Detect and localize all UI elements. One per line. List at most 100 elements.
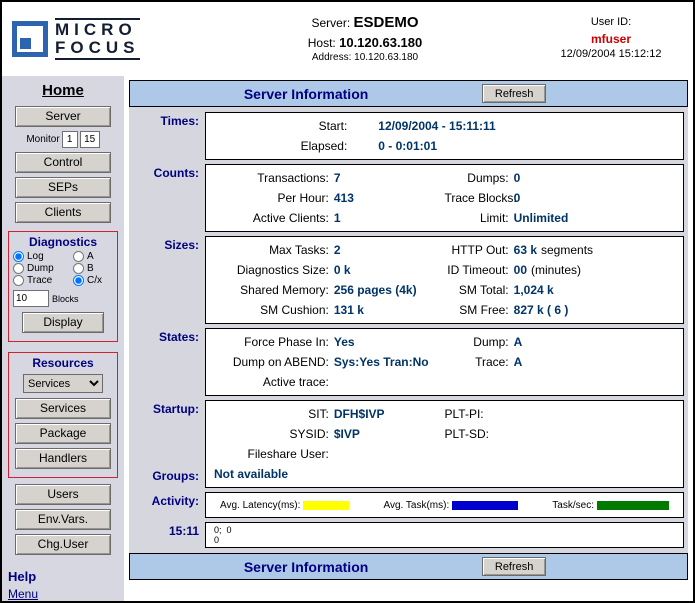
http-out-suffix: segments bbox=[541, 240, 593, 260]
server-button[interactable]: Server bbox=[15, 106, 111, 127]
monitor-interval-input[interactable] bbox=[62, 131, 78, 148]
task-per-sec-bar bbox=[597, 501, 669, 510]
trace-radio-option[interactable]: Trace bbox=[13, 275, 73, 286]
users-button[interactable]: Users bbox=[15, 484, 111, 505]
diagnostics-radios: Log A Dump B bbox=[13, 251, 113, 286]
counts-box: Transactions:7 Dumps:0 Per Hour:413 Trac… bbox=[205, 164, 684, 232]
refresh-button[interactable]: Refresh bbox=[482, 84, 546, 103]
plt-pi-label: PLT-PI: bbox=[445, 404, 488, 424]
startup-groups-labels: Startup: Groups: bbox=[129, 399, 205, 491]
dumps-value: 0 bbox=[514, 168, 521, 188]
trace-state-value: A bbox=[514, 352, 523, 372]
per-hour-label: Per Hour: bbox=[214, 188, 334, 208]
display-button[interactable]: Display bbox=[22, 312, 104, 333]
trace-state-label: Trace: bbox=[445, 352, 514, 372]
dump-radio-option[interactable]: Dump bbox=[13, 263, 73, 274]
fileshare-user-label: Fileshare User: bbox=[214, 444, 334, 464]
sm-free-label: SM Free: bbox=[445, 300, 514, 320]
sit-value: DFH$IVP bbox=[334, 404, 385, 424]
class-a-radio-label: A bbox=[87, 251, 94, 262]
sm-cushion-label: SM Cushion: bbox=[214, 300, 334, 320]
user-info: User ID: mfuser 12/09/2004 15:12:12 bbox=[543, 15, 693, 63]
menu-link[interactable]: Menu bbox=[8, 587, 38, 601]
sidebar: Home Server Monitor Control SEPs Clients… bbox=[2, 76, 124, 601]
address-value: 10.120.63.180 bbox=[354, 52, 418, 63]
address-label: Address: bbox=[312, 52, 351, 63]
time-sample-label: 15:11 bbox=[129, 521, 205, 551]
diagnostics-group: Diagnostics Log A Dump bbox=[8, 231, 118, 342]
sizes-box: Max Tasks:2 HTTP Out:63 ksegments Diagno… bbox=[205, 236, 684, 324]
log-radio[interactable] bbox=[13, 251, 24, 262]
diagnostics-size-label: Diagnostics Size: bbox=[214, 260, 334, 280]
task-per-sec-label: Task/sec: bbox=[552, 500, 594, 511]
states-box: Force Phase In:Yes Dump:A Dump on ABEND:… bbox=[205, 328, 684, 396]
max-tasks-label: Max Tasks: bbox=[214, 240, 334, 260]
microfocus-logo: MICRO FOCUS bbox=[2, 18, 187, 61]
states-label: States: bbox=[129, 327, 205, 399]
times-box: Start: 12/09/2004 - 15:11:11 Elapsed: 0 … bbox=[205, 112, 684, 160]
envvars-button[interactable]: Env.Vars. bbox=[15, 509, 111, 530]
dump-state-value: A bbox=[514, 332, 523, 352]
trace-blocks-value: 0 bbox=[514, 188, 521, 208]
handlers-button[interactable]: Handlers bbox=[15, 448, 111, 469]
home-link[interactable]: Home bbox=[42, 82, 84, 99]
blocks-input[interactable] bbox=[13, 290, 49, 307]
server-identity: Server: ESDEMO Host: 10.120.63.180 Addre… bbox=[187, 13, 543, 64]
dump-on-abend-value: Sys:Yes Tran:No bbox=[334, 352, 429, 372]
startup-box: SIT:DFH$IVP PLT-PI: SYSID:$IVP PLT-SD: F… bbox=[205, 400, 684, 488]
dumps-label: Dumps: bbox=[445, 168, 514, 188]
main-content: Server Information Refresh Times: Start:… bbox=[124, 76, 693, 601]
control-button[interactable]: Control bbox=[15, 152, 111, 173]
blocks-row: Blocks bbox=[13, 290, 113, 307]
trace-radio[interactable] bbox=[13, 275, 24, 286]
groups-label: Groups: bbox=[129, 469, 199, 483]
logo-word-focus: FOCUS bbox=[55, 39, 140, 57]
monitor-count-input[interactable] bbox=[80, 131, 100, 148]
class-cx-radio[interactable] bbox=[73, 275, 84, 286]
class-cx-radio-option[interactable]: C/x bbox=[73, 275, 113, 286]
times-row: Times: Start: 12/09/2004 - 15:11:11 Elap… bbox=[129, 111, 688, 163]
resources-select[interactable]: Services bbox=[23, 374, 103, 393]
log-radio-option[interactable]: Log bbox=[13, 251, 73, 262]
time-sample-row: 15:11 0; 0 0 bbox=[129, 521, 688, 551]
content: Home Server Monitor Control SEPs Clients… bbox=[2, 76, 693, 601]
chguser-button[interactable]: Chg.User bbox=[15, 534, 111, 555]
groups-value: Not available bbox=[214, 464, 675, 484]
shared-memory-label: Shared Memory: bbox=[214, 280, 334, 300]
startup-row: Startup: Groups: SIT:DFH$IVP PLT-PI: SYS… bbox=[129, 399, 688, 491]
monitor-label: Monitor bbox=[26, 134, 59, 145]
active-clients-label: Active Clients: bbox=[214, 208, 334, 228]
class-a-radio-option[interactable]: A bbox=[73, 251, 113, 262]
id-timeout-suffix: (minutes) bbox=[531, 260, 581, 280]
page: MICRO FOCUS Server: ESDEMO Host: 10.120.… bbox=[0, 0, 695, 603]
class-b-radio[interactable] bbox=[73, 263, 84, 274]
services-button[interactable]: Services bbox=[15, 398, 111, 419]
class-a-radio[interactable] bbox=[73, 251, 84, 262]
server-name: ESDEMO bbox=[354, 14, 419, 31]
seps-button[interactable]: SEPs bbox=[15, 177, 111, 198]
sysid-value: $IVP bbox=[334, 424, 360, 444]
id-timeout-value: 00 bbox=[514, 260, 527, 280]
avg-latency-legend: Avg. Latency(ms): bbox=[220, 500, 349, 511]
class-b-radio-label: B bbox=[87, 263, 94, 274]
dump-radio[interactable] bbox=[13, 263, 24, 274]
resources-group: Resources Services Services Package Hand… bbox=[8, 352, 118, 478]
package-button[interactable]: Package bbox=[15, 423, 111, 444]
class-b-radio-option[interactable]: B bbox=[73, 263, 113, 274]
max-tasks-value: 2 bbox=[334, 240, 341, 260]
counts-row: Counts: Transactions:7 Dumps:0 Per Hour:… bbox=[129, 163, 688, 235]
microfocus-logo-icon bbox=[12, 21, 48, 57]
id-timeout-label: ID Timeout: bbox=[445, 260, 514, 280]
clients-button[interactable]: Clients bbox=[15, 202, 111, 223]
start-value: 12/09/2004 - 15:11:11 bbox=[378, 116, 495, 136]
resources-title: Resources bbox=[32, 356, 93, 370]
active-clients-value: 1 bbox=[334, 208, 341, 228]
start-label: Start: bbox=[214, 116, 352, 136]
activity-row: Activity: Avg. Latency(ms): Avg. Task(ms… bbox=[129, 491, 688, 521]
refresh-button-bottom[interactable]: Refresh bbox=[482, 557, 546, 576]
force-phase-in-label: Force Phase In: bbox=[214, 332, 334, 352]
server-information-table: Server Information Refresh Times: Start:… bbox=[129, 80, 688, 580]
sm-cushion-value: 131 k bbox=[334, 300, 364, 320]
server-info-footer-bar: Server Information Refresh bbox=[129, 553, 688, 580]
dump-radio-label: Dump bbox=[27, 263, 54, 274]
